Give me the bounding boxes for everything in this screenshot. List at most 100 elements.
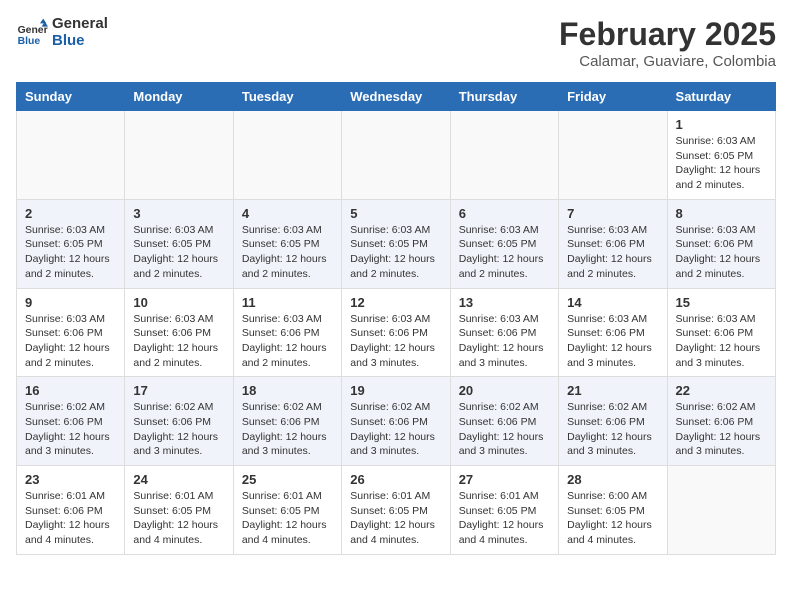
calendar-header: SundayMondayTuesdayWednesdayThursdayFrid… [17,83,776,111]
day-info: Sunrise: 6:02 AM Sunset: 6:06 PM Dayligh… [25,400,116,459]
title-block: February 2025 Calamar, Guaviare, Colombi… [559,16,776,70]
day-info: Sunrise: 6:03 AM Sunset: 6:05 PM Dayligh… [242,223,333,282]
day-number: 26 [350,472,441,487]
day-info: Sunrise: 6:03 AM Sunset: 6:06 PM Dayligh… [567,223,658,282]
day-number: 4 [242,206,333,221]
day-info: Sunrise: 6:03 AM Sunset: 6:05 PM Dayligh… [459,223,550,282]
weekday-header-monday: Monday [125,83,233,111]
day-number: 27 [459,472,550,487]
calendar-day-cell: 5 Sunrise: 6:03 AM Sunset: 6:05 PM Daylig… [342,199,450,288]
day-info: Sunrise: 6:03 AM Sunset: 6:05 PM Dayligh… [676,134,767,193]
day-info: Sunrise: 6:03 AM Sunset: 6:06 PM Dayligh… [567,312,658,371]
day-info: Sunrise: 6:02 AM Sunset: 6:06 PM Dayligh… [350,400,441,459]
day-number: 21 [567,383,658,398]
calendar-week-row: 23 Sunrise: 6:01 AM Sunset: 6:06 PM Dayli… [17,466,776,555]
logo-icon: General Blue [16,17,48,49]
weekday-header-saturday: Saturday [667,83,775,111]
weekday-header-friday: Friday [559,83,667,111]
page-header: General Blue General Blue February 2025 … [16,16,776,70]
calendar-day-cell: 4 Sunrise: 6:03 AM Sunset: 6:05 PM Daylig… [233,199,341,288]
day-number: 12 [350,295,441,310]
calendar-day-cell: 19 Sunrise: 6:02 AM Sunset: 6:06 PM Dayli… [342,377,450,466]
day-number: 18 [242,383,333,398]
day-number: 8 [676,206,767,221]
day-number: 10 [133,295,224,310]
page-subtitle: Calamar, Guaviare, Colombia [559,53,776,70]
weekday-header-row: SundayMondayTuesdayWednesdayThursdayFrid… [17,83,776,111]
svg-text:General: General [18,25,48,36]
day-number: 3 [133,206,224,221]
calendar-week-row: 1 Sunrise: 6:03 AM Sunset: 6:05 PM Daylig… [17,111,776,200]
calendar-day-cell: 6 Sunrise: 6:03 AM Sunset: 6:05 PM Daylig… [450,199,558,288]
day-number: 16 [25,383,116,398]
day-info: Sunrise: 6:03 AM Sunset: 6:06 PM Dayligh… [459,312,550,371]
page-title: February 2025 [559,16,776,53]
weekday-header-thursday: Thursday [450,83,558,111]
day-number: 15 [676,295,767,310]
calendar-day-cell: 2Sunrise: 6:03 AM Sunset: 6:05 PM Daylig… [17,199,125,288]
day-info: Sunrise: 6:01 AM Sunset: 6:05 PM Dayligh… [350,489,441,548]
day-info: Sunrise: 6:03 AM Sunset: 6:05 PM Dayligh… [133,223,224,282]
calendar-day-cell: 14 Sunrise: 6:03 AM Sunset: 6:06 PM Dayli… [559,288,667,377]
day-number: 11 [242,295,333,310]
weekday-header-sunday: Sunday [17,83,125,111]
day-info: Sunrise: 6:02 AM Sunset: 6:06 PM Dayligh… [133,400,224,459]
day-info: Sunrise: 6:03 AM Sunset: 6:06 PM Dayligh… [350,312,441,371]
day-number: 25 [242,472,333,487]
day-number: 9 [25,295,116,310]
day-number: 7 [567,206,658,221]
day-number: 13 [459,295,550,310]
calendar-day-cell: 23 Sunrise: 6:01 AM Sunset: 6:06 PM Dayli… [17,466,125,555]
calendar-day-cell: 22 Sunrise: 6:02 AM Sunset: 6:06 PM Dayli… [667,377,775,466]
day-number: 19 [350,383,441,398]
calendar-day-cell: 9Sunrise: 6:03 AM Sunset: 6:06 PM Daylig… [17,288,125,377]
calendar-day-cell [450,111,558,200]
calendar-day-cell: 21Sunrise: 6:02 AM Sunset: 6:06 PM Dayli… [559,377,667,466]
day-number: 22 [676,383,767,398]
calendar-day-cell [667,466,775,555]
day-info: Sunrise: 6:00 AM Sunset: 6:05 PM Dayligh… [567,489,658,548]
day-number: 14 [567,295,658,310]
calendar-week-row: 9 Sunrise: 6:03 AM Sunset: 6:06 PM Daylig… [17,288,776,377]
calendar-day-cell: 27Sunrise: 6:01 AM Sunset: 6:05 PM Dayli… [450,466,558,555]
day-number: 6 [459,206,550,221]
calendar-day-cell: 18Sunrise: 6:02 AM Sunset: 6:06 PM Dayli… [233,377,341,466]
day-info: Sunrise: 6:02 AM Sunset: 6:06 PM Dayligh… [676,400,767,459]
day-info: Sunrise: 6:03 AM Sunset: 6:06 PM Dayligh… [242,312,333,371]
day-number: 1 [676,117,767,132]
calendar-day-cell: 7 Sunrise: 6:03 AM Sunset: 6:06 PM Daylig… [559,199,667,288]
day-number: 28 [567,472,658,487]
logo-line1: General [52,16,108,33]
weekday-header-tuesday: Tuesday [233,83,341,111]
calendar-day-cell: 8Sunrise: 6:03 AM Sunset: 6:06 PM Daylig… [667,199,775,288]
day-number: 5 [350,206,441,221]
calendar-body: 1 Sunrise: 6:03 AM Sunset: 6:05 PM Daylig… [17,111,776,555]
calendar-day-cell: 13 Sunrise: 6:03 AM Sunset: 6:06 PM Dayli… [450,288,558,377]
day-info: Sunrise: 6:01 AM Sunset: 6:06 PM Dayligh… [25,489,116,548]
calendar-table: SundayMondayTuesdayWednesdayThursdayFrid… [16,82,776,555]
calendar-day-cell [125,111,233,200]
calendar-day-cell: 17 Sunrise: 6:02 AM Sunset: 6:06 PM Dayli… [125,377,233,466]
calendar-day-cell: 24Sunrise: 6:01 AM Sunset: 6:05 PM Dayli… [125,466,233,555]
day-number: 17 [133,383,224,398]
day-info: Sunrise: 6:03 AM Sunset: 6:06 PM Dayligh… [133,312,224,371]
day-info: Sunrise: 6:02 AM Sunset: 6:06 PM Dayligh… [459,400,550,459]
calendar-week-row: 2Sunrise: 6:03 AM Sunset: 6:05 PM Daylig… [17,199,776,288]
calendar-day-cell: 26 Sunrise: 6:01 AM Sunset: 6:05 PM Dayli… [342,466,450,555]
calendar-day-cell: 25Sunrise: 6:01 AM Sunset: 6:05 PM Dayli… [233,466,341,555]
calendar-day-cell: 28 Sunrise: 6:00 AM Sunset: 6:05 PM Dayli… [559,466,667,555]
calendar-week-row: 16 Sunrise: 6:02 AM Sunset: 6:06 PM Dayli… [17,377,776,466]
day-number: 20 [459,383,550,398]
day-info: Sunrise: 6:03 AM Sunset: 6:05 PM Dayligh… [25,223,116,282]
calendar-day-cell [342,111,450,200]
day-number: 23 [25,472,116,487]
day-info: Sunrise: 6:03 AM Sunset: 6:05 PM Dayligh… [350,223,441,282]
calendar-day-cell: 16 Sunrise: 6:02 AM Sunset: 6:06 PM Dayli… [17,377,125,466]
svg-text:Blue: Blue [18,36,41,47]
calendar-day-cell: 20 Sunrise: 6:02 AM Sunset: 6:06 PM Dayli… [450,377,558,466]
calendar-day-cell: 3 Sunrise: 6:03 AM Sunset: 6:05 PM Daylig… [125,199,233,288]
logo-line2: Blue [52,33,108,50]
calendar-day-cell: 15Sunrise: 6:03 AM Sunset: 6:06 PM Dayli… [667,288,775,377]
logo: General Blue General Blue [16,16,108,49]
calendar-day-cell: 10 Sunrise: 6:03 AM Sunset: 6:06 PM Dayli… [125,288,233,377]
